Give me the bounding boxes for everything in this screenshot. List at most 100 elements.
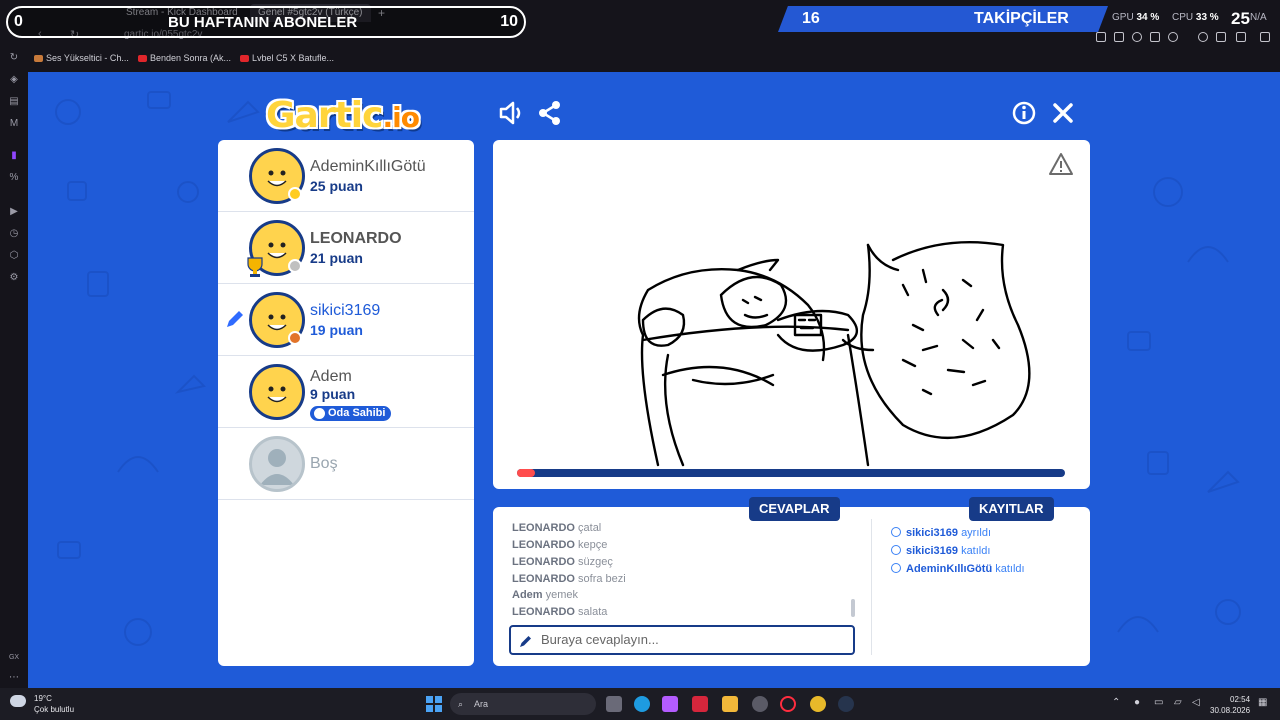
task-view-icon[interactable] (606, 696, 622, 712)
answer-user: Adem (512, 589, 543, 601)
player-name: AdeminKıllıGötü (310, 158, 426, 175)
bookmark-label: Ses Yükseltici - Ch... (46, 53, 129, 63)
microphone-icon[interactable]: ● (1134, 697, 1140, 708)
log-text: katıldı (961, 545, 991, 557)
player-row[interactable]: Adem 9 puan Oda Sahibi (218, 356, 474, 428)
keyboard-icon[interactable]: ▭ (1154, 697, 1163, 708)
percent-icon[interactable]: % (8, 172, 20, 184)
log-line: sikici3169 ayrıldı (891, 527, 991, 539)
rank-badge (288, 259, 302, 273)
windows-start-icon[interactable] (426, 696, 442, 712)
info-icon (891, 563, 901, 573)
aria-icon[interactable]: ◈ (8, 74, 20, 86)
answer-text: salata (578, 606, 608, 618)
search-label: Ara (474, 699, 489, 709)
news-icon[interactable]: ▤ (8, 96, 20, 108)
chrome-icon[interactable] (810, 696, 826, 712)
answer-text: süzgeç (578, 556, 613, 568)
bookmark-item[interactable]: Ses Yükseltici - Ch... (34, 53, 129, 63)
cloud-icon (10, 695, 26, 707)
rank-badge (288, 187, 302, 201)
answer-line: LEONARDO kepçe (512, 539, 607, 551)
pin-icon[interactable]: ⬡ (8, 250, 20, 262)
play-icon[interactable]: ▶ (8, 206, 20, 218)
player-name-empty: Boş (310, 455, 338, 472)
bookmark-label: Benden Sonra (Ak... (150, 53, 232, 63)
owner-icon (314, 408, 325, 419)
answer-text: sofra bezi (578, 573, 626, 585)
more-icon[interactable]: ⋯ (8, 672, 20, 684)
info-icon[interactable] (1010, 99, 1038, 127)
panel-divider (871, 519, 872, 655)
drawing-canvas[interactable] (493, 140, 1090, 489)
answers-scrollbar[interactable] (851, 599, 855, 617)
share-icon[interactable] (536, 99, 564, 127)
avatar-face-icon (267, 386, 287, 403)
taskbar-clock[interactable]: 02:54 30.08.2026 (1210, 694, 1250, 716)
player-row-empty: Boş (218, 428, 474, 500)
na-stat: N/A (1250, 12, 1267, 23)
players-panel: AdeminKıllıGötü 25 puan LEONARDO 21 puan… (218, 140, 474, 666)
youtube-icon (138, 55, 147, 62)
menu-icon[interactable] (1260, 32, 1270, 42)
answer-input[interactable]: Buraya cevaplayın... (509, 625, 855, 655)
player-row[interactable]: LEONARDO 21 puan (218, 212, 474, 284)
notification-icon[interactable]: ▦ (1258, 697, 1267, 708)
info-icon (891, 545, 901, 555)
bookmark-item[interactable]: Lvbel C5 X Batufle... (240, 53, 334, 63)
messenger-icon[interactable]: M (8, 118, 20, 130)
answer-line: LEONARDO çatal (512, 522, 601, 534)
opera-gx-icon[interactable] (780, 696, 796, 712)
youtube-icon (240, 55, 249, 62)
player-points: 19 puan (310, 322, 363, 338)
weather-widget[interactable]: 19°C Çok bulutlu (10, 693, 74, 715)
settings-icon[interactable]: ⚙ (8, 272, 20, 284)
player-points: 25 puan (310, 178, 363, 194)
clock-icon[interactable]: ◷ (8, 228, 20, 240)
taskbar-search[interactable]: ⌕ Ara (450, 693, 596, 715)
app-icon[interactable] (752, 696, 768, 712)
close-icon[interactable] (1049, 99, 1077, 127)
answers-tab[interactable]: CEVAPLAR (749, 497, 840, 521)
shield-icon[interactable] (1132, 32, 1142, 42)
extension-icon[interactable] (1096, 32, 1106, 42)
followers-count: 16 (802, 10, 820, 27)
app-icon[interactable] (692, 696, 708, 712)
ai-icon[interactable] (1236, 32, 1246, 42)
tray-chevron-icon[interactable]: ⌃ (1112, 697, 1120, 708)
download-icon[interactable] (1216, 32, 1226, 42)
player-points: 21 puan (310, 250, 363, 266)
answer-text: yemek (545, 589, 579, 601)
player-row-drawing[interactable]: sikici3169 19 puan (218, 284, 474, 356)
logs-tab[interactable]: KAYITLAR (969, 497, 1054, 521)
player-row[interactable]: AdeminKıllıGötü 25 puan (218, 140, 474, 212)
cpu-stat: CPU 33 % (1172, 12, 1219, 23)
answer-text: çatal (578, 522, 602, 534)
edge-icon[interactable] (634, 696, 650, 712)
bookmarks-bar: Ses Yükseltici - Ch... Benden Sonra (Ak.… (28, 52, 1278, 68)
weather-desc: Çok bulutlu (34, 705, 75, 714)
snapshot-icon[interactable] (1114, 32, 1124, 42)
history-icon[interactable]: ↻ (8, 52, 20, 64)
heart-icon[interactable] (1168, 32, 1178, 42)
search-icon: ⌕ (458, 699, 464, 709)
player-icon[interactable] (1150, 32, 1160, 42)
clock-date: 30.08.2026 (1210, 706, 1251, 715)
gx-icon[interactable]: GX (8, 652, 20, 664)
gartic-logo[interactable]: Gartic.io (266, 95, 420, 136)
twitch-icon[interactable]: ▮ (8, 150, 20, 162)
volume-icon[interactable]: ◁ (1192, 697, 1200, 708)
bookmark-item[interactable]: Benden Sonra (Ak... (138, 53, 231, 63)
file-explorer-icon[interactable] (722, 696, 738, 712)
speaker-icon[interactable] (497, 99, 525, 127)
empty-avatar (249, 436, 305, 492)
round-timer-fill (517, 469, 535, 477)
trophy-icon (247, 257, 263, 277)
player-name: sikici3169 (310, 302, 381, 319)
profile-icon[interactable] (1198, 32, 1208, 42)
copilot-icon[interactable] (662, 696, 678, 712)
network-icon[interactable]: ▱ (1174, 697, 1182, 708)
log-line: AdeminKıllıGötü katıldı (891, 563, 1025, 575)
steam-icon[interactable] (838, 696, 854, 712)
gpu-value: 34 % (1136, 12, 1160, 23)
